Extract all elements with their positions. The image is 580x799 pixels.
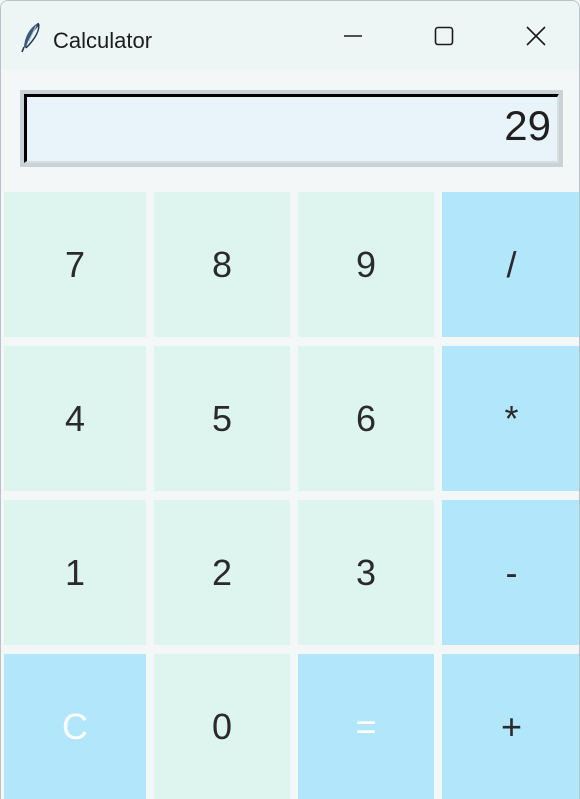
result-display[interactable]: 29 (24, 94, 559, 163)
title-bar[interactable]: Calculator (1, 1, 579, 70)
key-0[interactable]: 0 (154, 654, 290, 799)
key-divide[interactable]: / (442, 192, 579, 337)
close-icon (525, 25, 547, 47)
key-2[interactable]: 2 (154, 500, 290, 645)
key-1[interactable]: 1 (4, 500, 146, 645)
key-4[interactable]: 4 (4, 346, 146, 491)
window-title: Calculator (53, 28, 153, 53)
calculator-window: Calculator 29 7 8 9 / 4 5 6 * 1 2 3 - C … (0, 0, 580, 799)
key-equals[interactable]: = (298, 654, 434, 799)
key-5[interactable]: 5 (154, 346, 290, 491)
keypad: 7 8 9 / 4 5 6 * 1 2 3 - C 0 = + (1, 191, 579, 799)
key-9[interactable]: 9 (298, 192, 434, 337)
minimize-icon (342, 25, 364, 47)
key-add[interactable]: + (442, 654, 579, 799)
maximize-button[interactable] (398, 1, 490, 70)
key-6[interactable]: 6 (298, 346, 434, 491)
key-subtract[interactable]: - (442, 500, 579, 645)
close-button[interactable] (490, 1, 579, 70)
maximize-icon (433, 25, 455, 47)
feather-icon (19, 21, 43, 53)
display-frame: 29 (20, 90, 563, 167)
key-3[interactable]: 3 (298, 500, 434, 645)
key-clear[interactable]: C (4, 654, 146, 799)
key-multiply[interactable]: * (442, 346, 579, 491)
key-8[interactable]: 8 (154, 192, 290, 337)
key-7[interactable]: 7 (4, 192, 146, 337)
minimize-button[interactable] (307, 1, 399, 70)
